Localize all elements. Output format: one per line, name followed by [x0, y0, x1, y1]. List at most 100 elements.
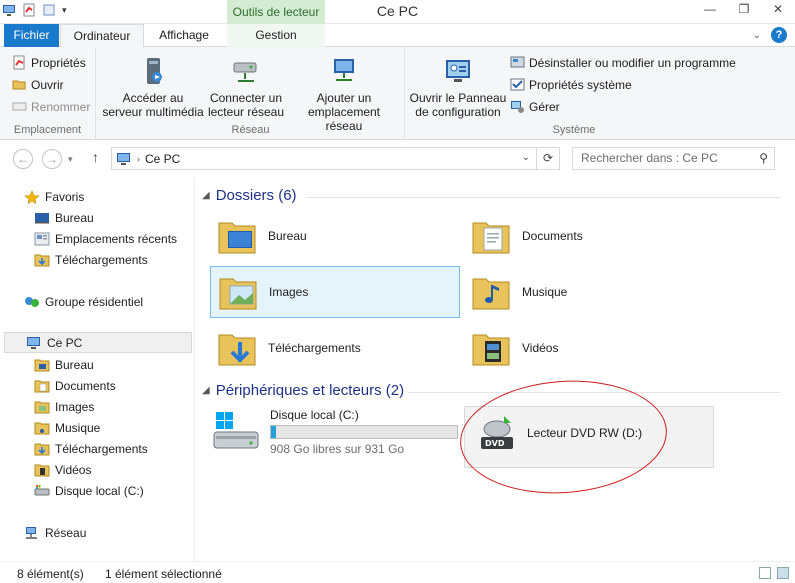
add-network-location-button[interactable]: Ajouter un emplacement réseau [289, 55, 399, 133]
tab-computer[interactable]: Ordinateur [60, 24, 144, 48]
drive-c-details: Disque local (C:) 908 Go libres sur 931 … [270, 406, 458, 456]
map-drive-button[interactable]: Connecter un lecteur réseau [205, 55, 287, 119]
nav-fav-downloads-label: Téléchargements [55, 252, 148, 267]
properties-icon[interactable] [22, 3, 36, 17]
nav-pc-downloads-label: Téléchargements [55, 441, 148, 456]
details-view-icon[interactable] [759, 567, 771, 579]
media-server-button[interactable]: Accéder au serveur multimédia [101, 55, 205, 119]
address-dropdown-icon[interactable]: ⌄ [522, 152, 530, 163]
window-controls: — ❐ ✕ [693, 0, 795, 20]
collapse-chevron-icon[interactable]: ◢ [202, 190, 210, 201]
folder-tile-desktop[interactable]: Bureau [210, 210, 460, 262]
drive-c-usage-bar [270, 425, 458, 439]
tiles-view-icon[interactable] [777, 567, 789, 579]
maximize-button[interactable]: ❐ [727, 0, 761, 20]
tab-manage[interactable]: Gestion [227, 24, 325, 47]
status-item-count: 8 élément(s) [17, 567, 84, 581]
nav-fav-downloads[interactable]: Téléchargements [34, 249, 148, 270]
open-button[interactable]: Ouvrir [12, 77, 64, 92]
nav-fav-recent[interactable]: Emplacements récents [34, 228, 177, 249]
folder-name: Images [269, 285, 309, 299]
refresh-icon: ⟳ [542, 151, 554, 165]
uninstall-label: Désinstaller ou modifier un programme [529, 55, 736, 70]
system-properties-button[interactable]: Propriétés système [510, 77, 632, 92]
refresh-button[interactable]: ⟳ [537, 147, 560, 170]
nav-fav-desktop[interactable]: Bureau [34, 207, 94, 228]
folder-icon [34, 464, 50, 476]
open-label: Ouvrir [31, 77, 64, 92]
nav-pc-images[interactable]: Images [34, 396, 94, 417]
hard-drive-icon [34, 484, 50, 495]
status-bar: 8 élément(s) 1 élément sélectionné [0, 561, 795, 583]
homegroup-icon [25, 296, 39, 307]
collapse-chevron-icon[interactable]: ◢ [202, 385, 210, 396]
tab-view[interactable]: Affichage [148, 24, 220, 47]
new-folder-icon[interactable] [42, 3, 56, 17]
nav-pc-music[interactable]: Musique [34, 417, 100, 438]
videos-folder-icon [472, 334, 510, 366]
nav-pc-videos[interactable]: Vidéos [34, 459, 91, 480]
network-drive-icon [233, 62, 257, 82]
nav-favorites[interactable]: Favoris [24, 186, 84, 207]
star-icon [24, 189, 40, 204]
address-bar[interactable]: › Ce PC ⌄ [111, 147, 537, 170]
forward-button[interactable]: → [42, 149, 62, 169]
history-dropdown-icon[interactable]: ▾ [68, 154, 73, 165]
downloads-folder-icon [34, 254, 50, 266]
tab-file[interactable]: Fichier [4, 24, 59, 47]
checkbox-system-icon [510, 78, 525, 91]
network-icon [26, 526, 37, 539]
group-header-folders[interactable]: ◢ Dossiers (6) [202, 187, 297, 204]
minimize-button[interactable]: — [693, 0, 727, 20]
status-selected-count: 1 élément sélectionné [105, 567, 222, 581]
expand-ribbon-icon[interactable]: ⌄ [753, 30, 761, 41]
breadcrumb-current[interactable]: Ce PC [145, 152, 180, 166]
qat-dropdown-icon[interactable]: ▾ [62, 5, 67, 16]
nav-homegroup[interactable]: Groupe résidentiel [24, 291, 143, 312]
content-pane: ◢ Dossiers (6) Bureau Documents Images M… [196, 178, 795, 561]
nav-this-pc[interactable]: Ce PC [4, 332, 192, 353]
manage-button[interactable]: Gérer [510, 99, 560, 114]
group-label-system: Système [552, 124, 596, 136]
folder-tile-music[interactable]: Musique [464, 266, 714, 318]
group-header-devices[interactable]: ◢ Périphériques et lecteurs (2) [202, 382, 404, 399]
search-input[interactable]: Rechercher dans : Ce PC ⚲ [572, 147, 775, 170]
search-placeholder: Rechercher dans : Ce PC [581, 151, 718, 165]
nav-homegroup-label: Groupe résidentiel [45, 294, 144, 309]
close-button[interactable]: ✕ [761, 0, 795, 20]
back-button[interactable]: ← [13, 149, 33, 169]
control-panel-icon [446, 60, 470, 82]
search-icon[interactable]: ⚲ [759, 148, 768, 169]
folder-name: Vidéos [522, 341, 559, 355]
drive-c-usage-fill [271, 426, 276, 438]
control-panel-button[interactable]: Ouvrir le Panneau de configuration [408, 55, 508, 119]
desktop-icon [35, 212, 49, 223]
nav-pc-documents[interactable]: Documents [34, 375, 116, 396]
nav-network[interactable]: Réseau [24, 522, 86, 543]
properties-button[interactable]: Propriétés [12, 55, 86, 70]
network-location-icon [334, 59, 354, 81]
desktop-folder-icon [218, 222, 256, 254]
folder-tile-images[interactable]: Images [210, 266, 460, 318]
folder-name: Bureau [268, 229, 307, 243]
folder-tile-documents[interactable]: Documents [464, 210, 714, 262]
drive-tile-c[interactable]: Disque local (C:) 908 Go libres sur 931 … [210, 406, 460, 468]
system-properties-label: Propriétés système [529, 77, 632, 92]
nav-pc-downloads[interactable]: Téléchargements [34, 438, 148, 459]
nav-pc-desktop[interactable]: Bureau [34, 354, 94, 375]
folder-tile-downloads[interactable]: Téléchargements [210, 322, 460, 374]
folder-tile-videos[interactable]: Vidéos [464, 322, 714, 374]
computer-icon[interactable] [2, 3, 16, 17]
help-icon[interactable]: ? [771, 27, 787, 43]
view-toggle [759, 567, 789, 579]
breadcrumb-separator-icon[interactable]: › [137, 154, 140, 164]
quick-access-toolbar: ▾ [2, 3, 67, 17]
folder-icon [34, 401, 50, 413]
uninstall-button[interactable]: Désinstaller ou modifier un programme [510, 55, 736, 70]
group-label-location: Emplacement [13, 124, 82, 136]
folder-name: Documents [522, 229, 583, 243]
ribbon-group-location: Propriétés Ouvrir Renommer Emplacement [0, 47, 96, 140]
rename-button[interactable]: Renommer [12, 99, 90, 114]
up-arrow-icon[interactable]: ↑ [92, 149, 99, 165]
nav-pc-local-disk[interactable]: Disque local (C:) [34, 480, 144, 501]
